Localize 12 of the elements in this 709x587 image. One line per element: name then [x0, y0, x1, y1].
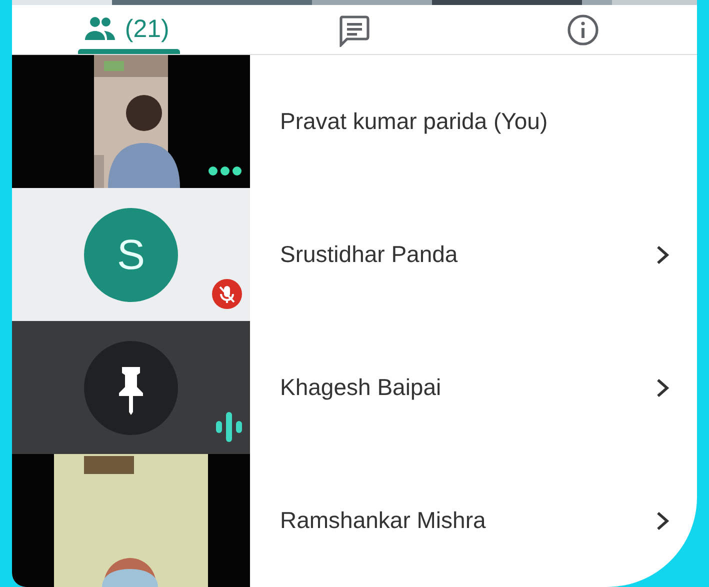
- info-icon: [566, 12, 600, 47]
- participant-name[interactable]: Pravat kumar parida (You): [280, 108, 548, 135]
- pin-avatar-icon: [84, 340, 178, 434]
- participant-name[interactable]: Khagesh Baipai: [280, 374, 442, 401]
- speaking-icon: [216, 412, 242, 442]
- more-icon: [208, 166, 242, 176]
- people-tab[interactable]: (21): [12, 5, 240, 54]
- participant-name[interactable]: Ramshankar Mishra: [280, 507, 486, 534]
- avatar: S: [84, 208, 178, 302]
- participant-name[interactable]: Srustidhar Panda: [280, 241, 458, 268]
- chat-icon: [337, 12, 372, 47]
- muted-mic-icon: [212, 279, 242, 309]
